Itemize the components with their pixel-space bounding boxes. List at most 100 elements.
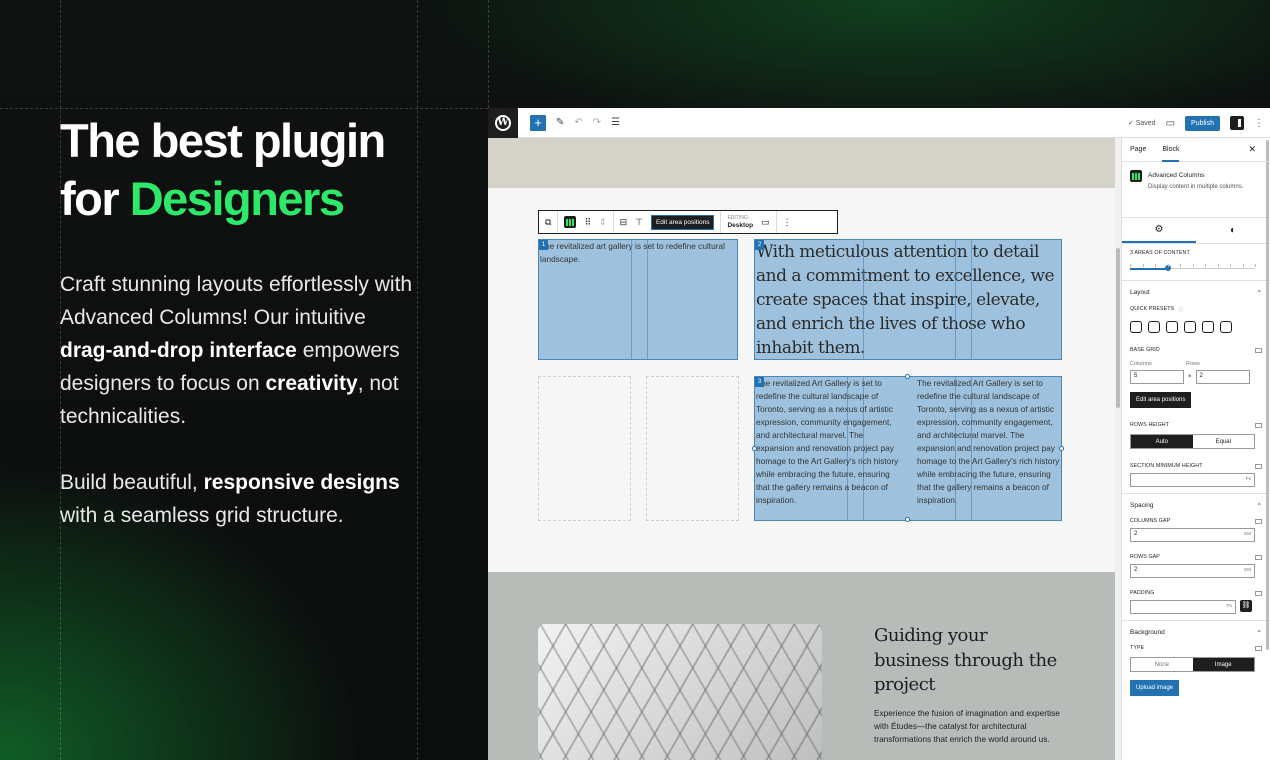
publish-button[interactable]: Publish	[1185, 115, 1220, 131]
undo-icon[interactable]: ↶	[574, 117, 582, 128]
areas-label: 3 AREAS OF CONTENT	[1130, 250, 1190, 256]
desktop-icon[interactable]	[1255, 463, 1262, 469]
move-arrows-icon[interactable]: ⇕	[599, 217, 607, 228]
resize-handle[interactable]	[752, 446, 757, 451]
tab-page[interactable]: Page	[1130, 138, 1146, 162]
area-3-text-col2[interactable]: The revitalized Art Gallery is set to re…	[916, 377, 1062, 507]
guide-line	[0, 108, 488, 109]
topbar-actions: ✓ Saved ▭ Publish ⋮	[1128, 108, 1264, 138]
areas-slider[interactable]	[1130, 260, 1256, 274]
wordpress-icon: W	[495, 114, 511, 131]
rows-gap-input[interactable]: 2 EM	[1130, 564, 1255, 578]
grid-line	[955, 240, 956, 359]
list-view-icon[interactable]: ☰	[611, 117, 620, 128]
advanced-columns-icon	[1130, 170, 1142, 182]
rows-input[interactable]: 2	[1195, 370, 1250, 384]
desktop-icon[interactable]	[1255, 422, 1262, 428]
lower-section-description: Experience the fusion of imagination and…	[874, 708, 1060, 744]
link-icon[interactable]: ⛓	[1240, 600, 1252, 612]
styles-icon[interactable]: ◐	[1196, 218, 1270, 243]
columns-gap-label: COLUMNS GAP	[1130, 518, 1171, 524]
hero-title-accent: Designers	[129, 172, 345, 225]
layout-title: Layout	[1130, 289, 1150, 296]
preview-icon[interactable]: ▭	[1166, 118, 1175, 129]
options-icon[interactable]: ⋮	[1254, 118, 1264, 129]
rows-height-equal[interactable]: Equal	[1193, 435, 1255, 448]
unit-label: EM	[1244, 531, 1251, 536]
wordpress-logo[interactable]: W	[488, 108, 518, 138]
slider-tick	[1205, 264, 1206, 267]
rows-label: Rows	[1186, 361, 1200, 367]
block-card: Advanced Columns Display content in mult…	[1122, 162, 1270, 218]
add-block-button[interactable]: +	[530, 114, 546, 131]
resize-handle[interactable]	[905, 374, 910, 379]
more-options-button[interactable]: ⋮	[777, 211, 798, 233]
rows-height-label: ROWS HEIGHT	[1130, 422, 1170, 428]
preset-2-columns-uneven-alt-icon[interactable]	[1184, 321, 1196, 333]
layout-panel-header[interactable]: Layout ⌃	[1122, 280, 1270, 305]
areas-section: 3 AREAS OF CONTENT	[1122, 244, 1270, 280]
desktop-icon[interactable]: ▭	[761, 217, 770, 228]
slider-tick	[1167, 264, 1169, 267]
tab-block[interactable]: Block	[1162, 138, 1180, 162]
align-center-icon[interactable]: ⊟	[620, 217, 628, 228]
drag-handle-icon[interactable]: ⠿	[584, 217, 591, 228]
preset-4-columns-icon[interactable]	[1220, 321, 1232, 333]
section-min-height-label: SECTION MINIMUM HEIGHT	[1130, 463, 1203, 469]
content-area-2[interactable]: With meticulous attention to detail and …	[754, 239, 1062, 360]
redo-icon[interactable]: ↷	[593, 117, 601, 128]
grid-line	[647, 240, 648, 359]
area-1-text[interactable]: The revitalized art gallery is set to re…	[539, 240, 737, 266]
padding-input[interactable]: Px	[1130, 600, 1236, 614]
columns-input[interactable]: 5	[1130, 370, 1184, 384]
parent-selector-icon[interactable]: ⧉	[539, 211, 559, 233]
desktop-icon[interactable]	[1255, 518, 1262, 524]
rows-height-toggle: Auto Equal	[1130, 434, 1255, 449]
desktop-icon[interactable]	[1255, 554, 1262, 560]
background-panel-header[interactable]: Background ⌃	[1122, 620, 1270, 645]
preset-1-column-icon[interactable]	[1130, 321, 1142, 333]
rows-gap-value: 2	[1134, 567, 1138, 573]
editing-label: EDITING:	[727, 215, 750, 221]
times-sign: ×	[1188, 374, 1192, 380]
device-group[interactable]: EDITING: Desktop ▭	[721, 211, 777, 233]
preset-3-columns-icon[interactable]	[1202, 321, 1214, 333]
slider-tick	[1230, 264, 1231, 267]
block-type-group: ⠿ ⇕	[558, 211, 614, 233]
columns-gap-input[interactable]: 2 EM	[1130, 528, 1255, 542]
preset-2-columns-uneven-icon[interactable]	[1166, 321, 1178, 333]
close-icon[interactable]: ✕	[1248, 144, 1256, 155]
resize-handle[interactable]	[1059, 446, 1064, 451]
pencil-icon[interactable]: ✎	[556, 117, 564, 128]
slider-tick	[1142, 264, 1144, 267]
advanced-columns-icon[interactable]	[564, 216, 577, 228]
spacing-panel-header[interactable]: Spacing ⌃	[1122, 493, 1270, 518]
background-type-none[interactable]: None	[1131, 658, 1193, 671]
area-3-text-col1[interactable]: The revitalized Art Gallery is set to re…	[755, 377, 903, 507]
vertical-align-icon[interactable]: ⊤	[635, 217, 643, 228]
editing-device[interactable]: EDITING: Desktop	[727, 215, 753, 229]
area-2-heading[interactable]: With meticulous attention to detail and …	[756, 240, 1061, 359]
content-area-1[interactable]: The revitalized art gallery is set to re…	[538, 239, 738, 360]
preset-2-columns-icon[interactable]	[1148, 321, 1160, 333]
rows-height-auto[interactable]: Auto	[1131, 435, 1193, 448]
settings-sidebar: Page Block ✕ Advanced Columns Display co…	[1121, 138, 1270, 760]
desktop-icon[interactable]	[1255, 347, 1262, 353]
empty-grid-cell[interactable]	[646, 376, 739, 521]
settings-sidebar-icon[interactable]	[1230, 116, 1244, 130]
content-area-3[interactable]: The revitalized Art Gallery is set to re…	[752, 374, 1064, 522]
section-min-height-input[interactable]: Px	[1130, 473, 1255, 487]
upload-image-button[interactable]: Upload image	[1130, 680, 1180, 696]
resize-handle[interactable]	[905, 517, 910, 522]
settings-gear-icon[interactable]: ⚙	[1122, 218, 1196, 243]
edit-area-positions-button[interactable]: Edit area positions	[1130, 392, 1192, 408]
background-type-image[interactable]: Image	[1192, 658, 1254, 671]
unit-label: Px	[1245, 476, 1251, 481]
desktop-icon[interactable]	[1255, 590, 1262, 596]
guide-line	[488, 0, 489, 108]
sidebar-scrollbar[interactable]	[1266, 140, 1269, 650]
desktop-icon[interactable]	[1255, 645, 1262, 651]
empty-grid-cell[interactable]	[538, 376, 631, 521]
edit-area-positions-button[interactable]: Edit area positions	[650, 214, 715, 230]
spacing-panel: COLUMNS GAP 2 EM ROWS GAP 2 EM PADDING Px …	[1122, 518, 1270, 620]
